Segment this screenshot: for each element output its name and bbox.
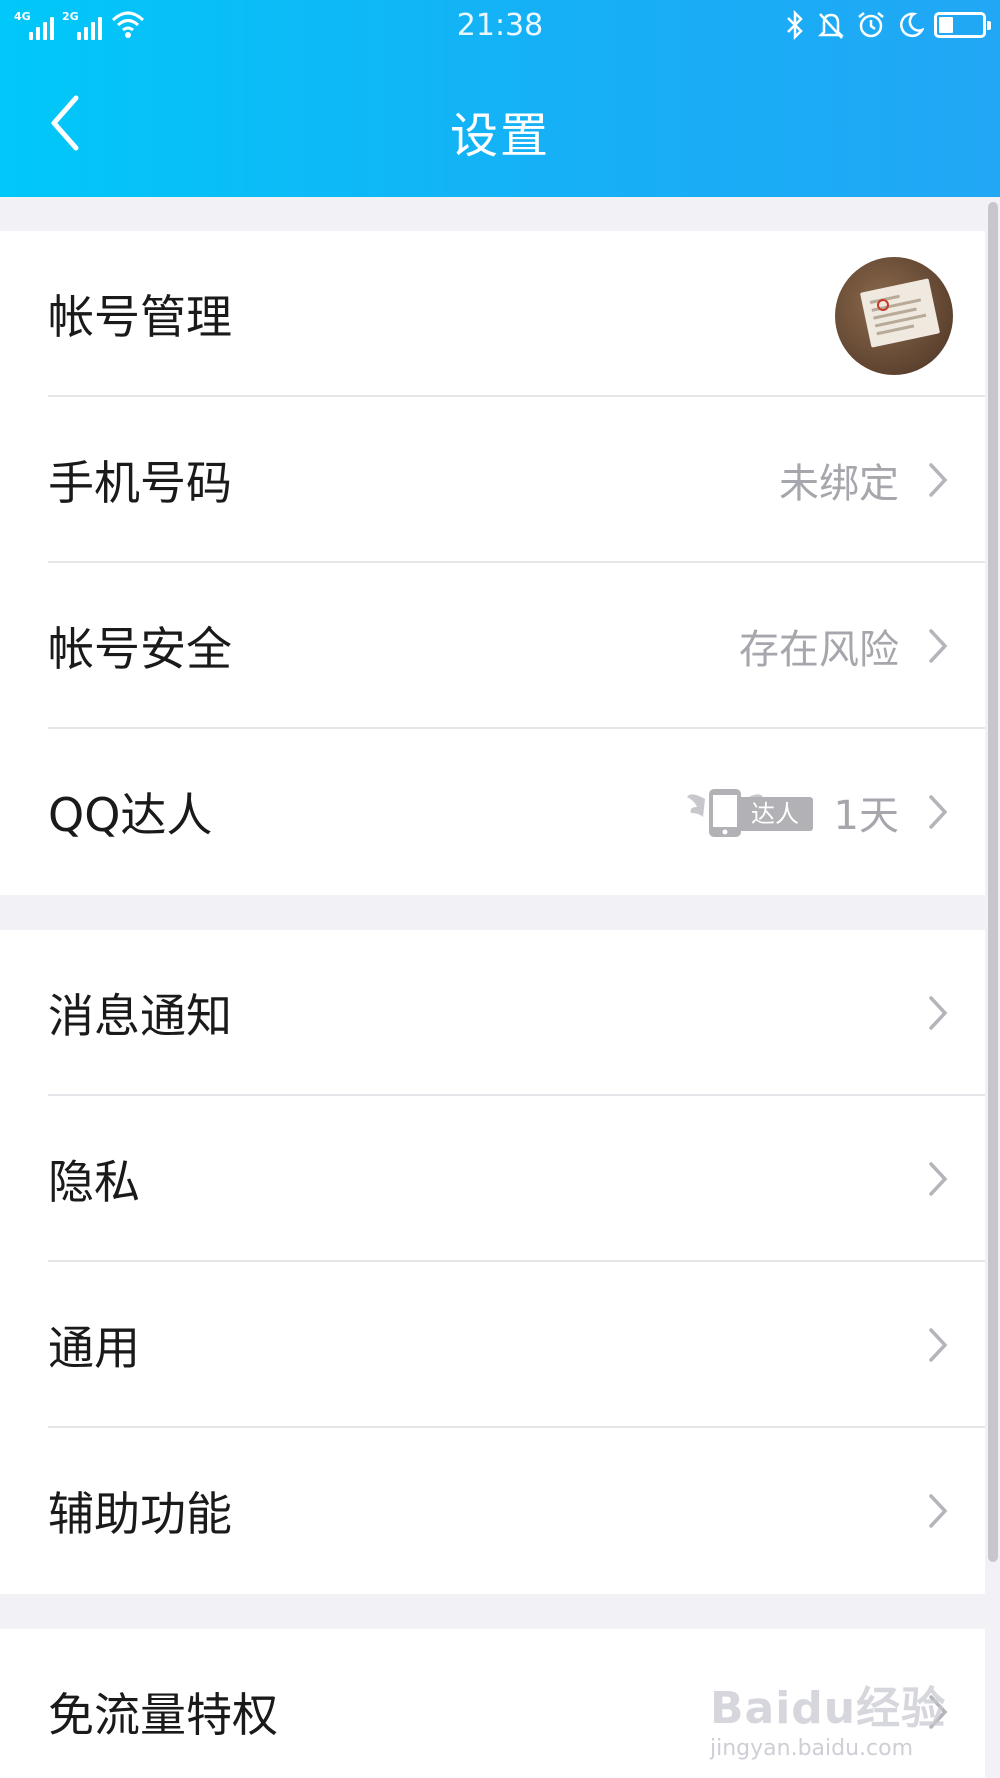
watermark-logo: Baidu经验 [710, 1683, 947, 1734]
settings-row-account-security[interactable]: 帐号安全 存在风险 [0, 563, 985, 729]
row-label: 帐号安全 [48, 622, 232, 676]
row-label: 通用 [48, 1321, 140, 1375]
status-bar: 4G 2G 21:38 [0, 0, 1000, 56]
status-right [784, 10, 991, 40]
baidu-watermark: Baidu经验 jingyan.baidu.com [700, 1672, 950, 1768]
app-header: 4G 2G 21:38 设置 [0, 0, 1000, 197]
settings-row-accessibility[interactable]: 辅助功能 [0, 1428, 985, 1594]
row-value: 存在风险 [739, 627, 899, 673]
row-value: 1天 [833, 793, 899, 839]
settings-row-qq-daren[interactable]: QQ达人 达人 1天 [0, 729, 985, 895]
row-label: 免流量特权 [48, 1688, 278, 1742]
row-label: 辅助功能 [48, 1487, 232, 1541]
settings-group-general: 消息通知 隐私 通用 辅助功能 [0, 930, 985, 1594]
bluetooth-icon [787, 10, 803, 40]
alarm-icon [858, 12, 884, 38]
scrollbar[interactable] [988, 202, 998, 1562]
chevron-right-icon [929, 629, 948, 663]
settings-row-phone-number[interactable]: 手机号码 未绑定 [0, 397, 985, 563]
watermark-url: jingyan.baidu.com [710, 1736, 914, 1761]
row-value: 未绑定 [779, 461, 899, 507]
mute-bell-icon [817, 13, 845, 39]
row-label: 手机号码 [48, 456, 232, 510]
settings-row-privacy[interactable]: 隐私 [0, 1096, 985, 1262]
moon-icon [900, 12, 924, 38]
chevron-right-icon [929, 1162, 948, 1196]
chevron-right-icon [929, 1494, 948, 1528]
avatar [835, 257, 953, 375]
row-label: 帐号管理 [48, 290, 232, 344]
chevron-right-icon [929, 1328, 948, 1362]
daren-badge: 达人 [685, 783, 825, 841]
page-title: 设置 [449, 108, 550, 164]
battery-icon [934, 12, 991, 38]
row-label: QQ达人 [48, 788, 213, 842]
row-label: 消息通知 [48, 989, 232, 1043]
daren-badge-label: 达人 [737, 797, 813, 831]
chevron-right-icon [929, 795, 948, 829]
settings-row-general[interactable]: 通用 [0, 1262, 985, 1428]
settings-group-account: 帐号管理 手机号码 未绑定 帐号安全 存在风险 QQ达人 达人 1天 [0, 231, 985, 895]
chevron-right-icon [929, 463, 948, 497]
row-label: 隐私 [48, 1155, 140, 1209]
settings-row-account-management[interactable]: 帐号管理 [0, 231, 985, 397]
settings-row-notifications[interactable]: 消息通知 [0, 930, 985, 1096]
chevron-right-icon [929, 996, 948, 1030]
